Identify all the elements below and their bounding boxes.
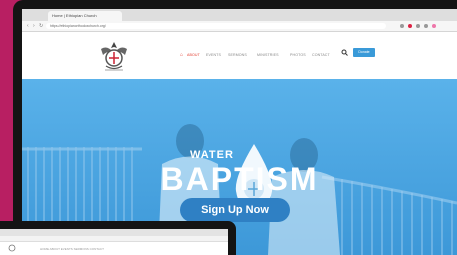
nav-item-ministries[interactable]: Ministries [257,53,279,57]
extension-icon[interactable] [400,24,404,28]
hero-subtitle: WATER [190,149,234,161]
extension-icon[interactable] [408,24,412,28]
church-logo[interactable] [97,39,131,73]
nav-item-sermons[interactable]: Sermons [228,53,247,57]
nav-item-about[interactable]: About [187,53,200,57]
hero-title: BAPTISM [160,161,319,197]
extension-icon[interactable] [424,24,428,28]
back-icon[interactable]: ‹ [27,23,29,29]
browser-tab[interactable]: Home | Ethiopian Church [48,11,122,21]
laptop-logo-icon [8,244,16,252]
search-icon[interactable] [341,49,348,56]
forward-icon[interactable]: › [33,23,35,29]
browser-toolbar: ‹ › ↻ https://ethiopianorthodoxchurch.or… [22,21,457,32]
home-icon[interactable]: ⌂ [180,52,183,58]
laptop-nav: HOME ABOUT EVENTS SERMONS CONTACT [40,247,104,251]
laptop-bezel: HOME ABOUT EVENTS SERMONS CONTACT [0,221,236,255]
laptop-address-bar [0,236,228,242]
nav-item-events[interactable]: Events [206,53,221,57]
nav-item-contact[interactable]: Contact [312,53,330,57]
nav-item-photos[interactable]: Photos [290,53,306,57]
site-header: ⌂ About Events Sermons Ministries Photos… [22,32,457,79]
laptop-screen: HOME ABOUT EVENTS SERMONS CONTACT [0,229,228,255]
browser-tab-bar: Home | Ethiopian Church [22,9,457,26]
donate-button[interactable]: Donate [353,48,375,57]
extension-icon[interactable] [416,24,420,28]
address-bar[interactable]: https://ethiopianorthodoxchurch.org/ [46,23,386,29]
monitor-screen: Home | Ethiopian Church ‹ › ↻ https://et… [22,9,457,255]
profile-icon[interactable] [432,24,436,28]
reload-icon[interactable]: ↻ [39,23,43,29]
sign-up-button[interactable]: Sign Up Now [180,198,290,222]
laptop-tab-bar [0,229,228,236]
